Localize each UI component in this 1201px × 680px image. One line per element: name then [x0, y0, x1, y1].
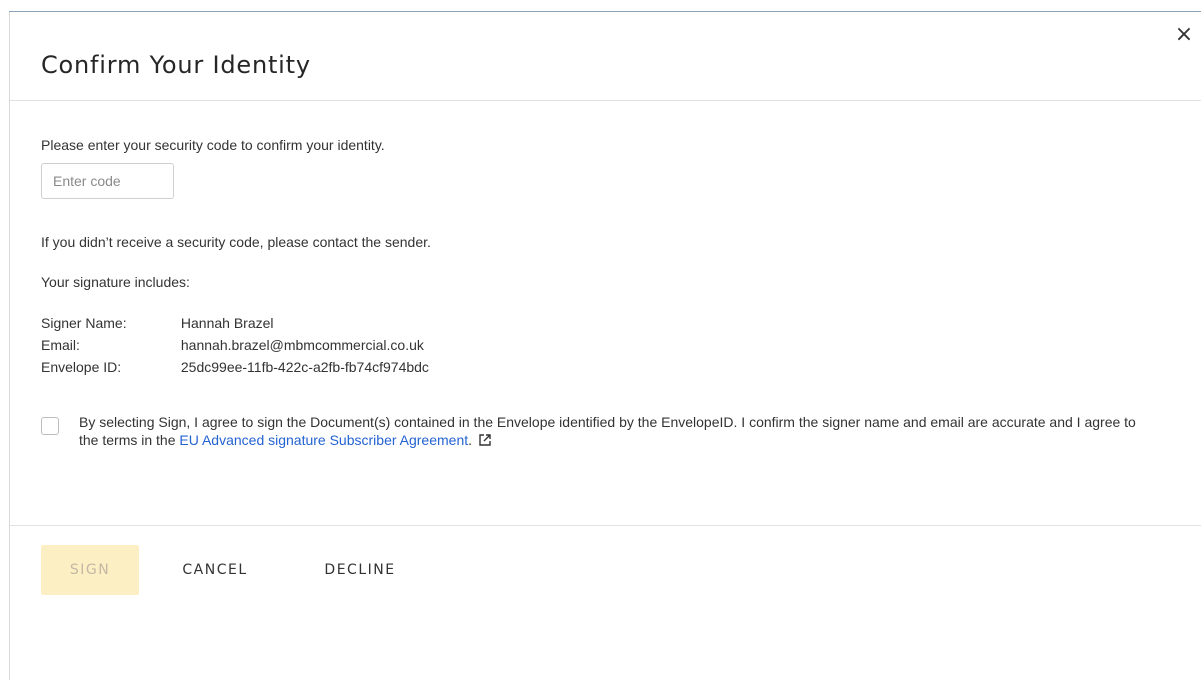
envelope-id-row: Envelope ID: 25dc99ee-11fb-422c-a2fb-fb7… [41, 356, 429, 378]
sign-button[interactable]: SIGN [41, 545, 139, 595]
subscriber-agreement-link[interactable]: EU Advanced signature Subscriber Agreeme… [179, 432, 468, 448]
confirm-identity-dialog: Confirm Your Identity × Please enter you… [9, 12, 1201, 680]
external-link-icon[interactable] [478, 433, 492, 447]
email-value: hannah.brazel@mbmcommercial.co.uk [180, 337, 424, 353]
envelope-id-label: Envelope ID: [41, 359, 122, 375]
signer-name-label: Signer Name: [41, 315, 127, 331]
email-label: Email: [41, 337, 80, 353]
page: Confirm Your Identity × Please enter you… [0, 0, 1201, 680]
decline-button[interactable]: DECLINE [306, 545, 414, 595]
agreement-checkbox[interactable] [41, 417, 59, 435]
footer-divider [10, 525, 1201, 526]
dialog-header: Confirm Your Identity [10, 12, 1201, 101]
dialog-title: Confirm Your Identity [41, 51, 311, 79]
signature-details: Signer Name: Hannah Brazel Email: hannah… [41, 312, 429, 378]
close-icon[interactable]: × [1174, 24, 1194, 46]
cancel-button[interactable]: CANCEL [165, 545, 265, 595]
agreement-text: By selecting Sign, I agree to sign the D… [79, 413, 1159, 449]
envelope-id-value: 25dc99ee-11fb-422c-a2fb-fb74cf974bdc [180, 359, 429, 375]
signer-name-row: Signer Name: Hannah Brazel [41, 312, 429, 334]
intro-text: Please enter your security code to confi… [41, 137, 385, 153]
agreement-text-after-link: . [468, 432, 473, 448]
no-code-text: If you didn’t receive a security code, p… [41, 234, 431, 250]
signature-includes-label: Your signature includes: [41, 274, 190, 290]
signer-name-value: Hannah Brazel [180, 315, 274, 331]
security-code-input[interactable] [41, 163, 174, 199]
email-row: Email: hannah.brazel@mbmcommercial.co.uk [41, 334, 429, 356]
page-top-strip [9, 0, 1201, 12]
